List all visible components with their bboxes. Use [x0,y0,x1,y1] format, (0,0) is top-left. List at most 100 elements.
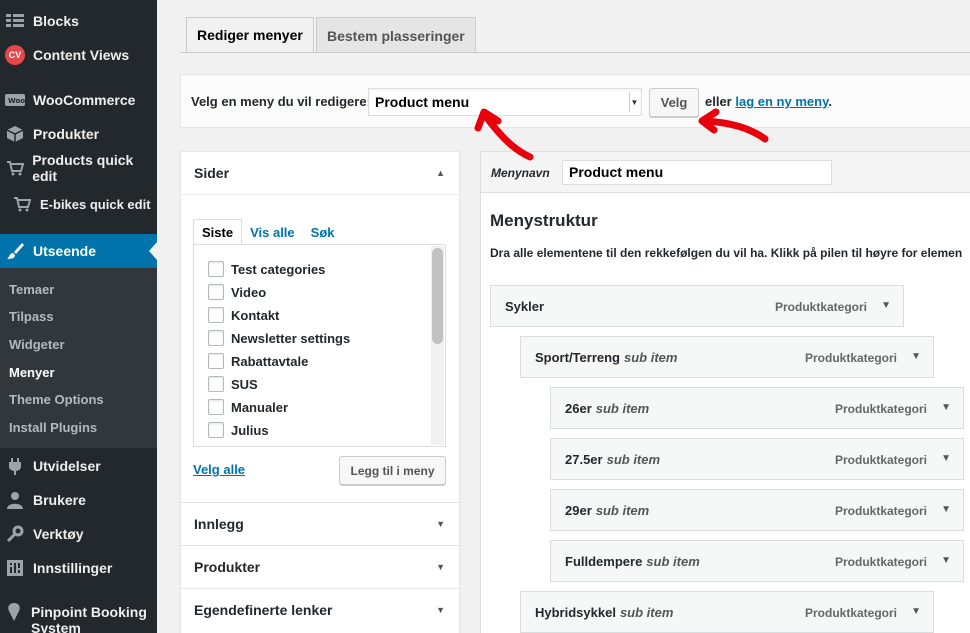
tab-recent[interactable]: Siste [193,219,243,245]
tab-view-all[interactable]: Vis alle [242,219,303,245]
menu-item[interactable]: 27.5er sub item Produktkategori ▼ [550,438,964,480]
chevron-down-icon: ▼ [436,605,445,615]
custom-links-panel-title: Egendefinerte lenker [194,602,333,618]
sidebar-item-label: Products quick edit [32,152,134,184]
submenu-item-widgeter[interactable]: Widgeter [9,337,65,352]
sidebar-item-label: Pinpoint Booking System [31,604,147,633]
chevron-down-icon[interactable]: ▼ [911,606,921,617]
sidebar-item-innstillinger[interactable]: Innstillinger [0,551,157,585]
products-panel[interactable]: Produkter ▼ [180,545,460,589]
select-menu-label: Velg en meny du vil redigere: [191,94,371,109]
checkbox[interactable] [208,399,224,415]
menu-select-dropdown[interactable]: Product menu ▼ [368,88,642,116]
menu-structure-title: Menystruktur [490,211,598,230]
list-item[interactable]: Video [208,284,266,300]
menu-item-type: Produktkategori [834,402,927,416]
list-item[interactable]: Kontakt [208,307,279,323]
menu-name-input[interactable]: Product menu [562,160,832,185]
tab-edit-menus[interactable]: Rediger menyer [186,17,314,53]
pages-panel-title[interactable]: Sider [194,165,229,181]
submenu-item-menyer[interactable]: Menyer [9,365,55,380]
sidebar-item-products-quick-edit[interactable]: Products quick edit [0,151,157,185]
list-item[interactable]: Julius [208,422,269,438]
sidebar-item-woocommerce[interactable]: Woo WooCommerce [0,83,157,117]
sidebar-item-blocks[interactable]: Blocks [0,4,157,38]
sidebar-item-utvidelser[interactable]: Utvidelser [0,449,157,483]
sub-item-label: sub item [606,452,661,467]
sidebar-item-label: Utvidelser [33,458,101,474]
custom-links-panel[interactable]: Egendefinerte lenker ▼ [180,588,460,633]
sidebar-item-content-views[interactable]: CV Content Views [0,38,157,72]
sidebar-item-brukere[interactable]: Brukere [0,483,157,517]
checkbox[interactable] [208,330,224,346]
scrollbar-thumb[interactable] [432,248,443,344]
menu-item-title: 26er sub item [565,401,650,416]
admin-sidebar: Blocks CV Content Views Woo WooCommerce … [0,0,157,633]
menu-item-type: Produktkategori [834,453,927,467]
sidebar-item-utseende[interactable]: Utseende [0,234,157,268]
select-button[interactable]: Velg [649,88,699,117]
chevron-down-icon[interactable]: ▼ [941,555,951,566]
list-item[interactable]: Rabattavtale [208,353,308,369]
page-label: Julius [231,422,269,438]
menu-name-label: Menynavn [491,166,550,180]
menu-item[interactable]: 26er sub item Produktkategori ▼ [550,387,964,429]
menu-item-type: Produktkategori [774,300,867,314]
chevron-down-icon: ▼ [629,92,639,112]
menu-item[interactable]: 29er sub item Produktkategori ▼ [550,489,964,531]
add-to-menu-button[interactable]: Legg til i meny [339,456,446,485]
create-menu-text: eller lag en ny meny. [705,94,832,109]
chevron-down-icon[interactable]: ▼ [941,453,951,464]
chevron-down-icon[interactable]: ▼ [911,351,921,362]
chevron-down-icon: ▼ [436,519,445,529]
chevron-down-icon[interactable]: ▼ [941,504,951,515]
tab-divider [180,52,970,53]
list-item[interactable]: Manualer [208,399,288,415]
submenu-item-install-plugins[interactable]: Install Plugins [9,420,97,435]
checkbox[interactable] [208,353,224,369]
submenu-item-theme-options[interactable]: Theme Options [9,392,104,407]
checkbox[interactable] [208,307,224,323]
menu-item-title: Sykler [505,299,545,314]
menu-item[interactable]: Fulldempere sub item Produktkategori ▼ [550,540,964,582]
woo-icon: Woo [5,90,25,110]
checkbox[interactable] [208,422,224,438]
wrench-icon [5,524,25,544]
submenu-item-tilpass[interactable]: Tilpass [9,309,54,324]
checkbox[interactable] [208,376,224,392]
sidebar-item-produkter[interactable]: Produkter [0,117,157,151]
tab-manage-locations[interactable]: Bestem plasseringer [316,17,476,53]
checkbox[interactable] [208,284,224,300]
sidebar-item-label: WooCommerce [33,92,136,108]
sidebar-item-pinpoint[interactable]: Pinpoint Booking System [0,598,157,633]
page-label: Newsletter settings [231,330,351,346]
menu-item-type: Produktkategori [804,351,897,365]
appearance-submenu: Temaer Tilpass Widgeter Menyer Theme Opt… [0,268,157,448]
menu-item[interactable]: Sport/Terreng sub item Produktkategori ▼ [520,336,934,378]
menu-item-type: Produktkategori [834,555,927,569]
svg-text:Woo: Woo [8,97,25,105]
sidebar-item-label: Content Views [33,47,130,63]
menu-item[interactable]: Sykler Produktkategori ▼ [490,285,904,327]
page-label: Manualer [231,399,289,415]
list-item[interactable]: Newsletter settings [208,330,350,346]
list-item[interactable]: Test categories [208,261,325,277]
create-new-menu-link[interactable]: lag en ny meny [735,94,828,109]
scrollbar[interactable] [431,246,444,445]
list-item[interactable]: SUS [208,376,258,392]
chevron-down-icon[interactable]: ▼ [941,402,951,413]
sub-item-label: sub item [595,401,650,416]
tab-search[interactable]: Søk [303,219,343,245]
period-text: . [828,94,832,109]
brush-icon [5,241,25,261]
submenu-item-temaer[interactable]: Temaer [9,282,54,297]
sidebar-item-ebikes-quick-edit[interactable]: E-bikes quick edit [0,187,157,221]
posts-panel[interactable]: Innlegg ▼ [180,502,460,546]
checkbox[interactable] [208,261,224,277]
chevron-down-icon[interactable]: ▼ [881,300,891,311]
sidebar-item-label: Innstillinger [33,560,113,576]
menu-item[interactable]: Hybridsykkel sub item Produktkategori ▼ [520,591,934,633]
sidebar-item-verktoy[interactable]: Verktøy [0,517,157,551]
select-all-link[interactable]: Velg alle [193,462,245,477]
chevron-up-icon[interactable]: ▲ [436,168,445,178]
